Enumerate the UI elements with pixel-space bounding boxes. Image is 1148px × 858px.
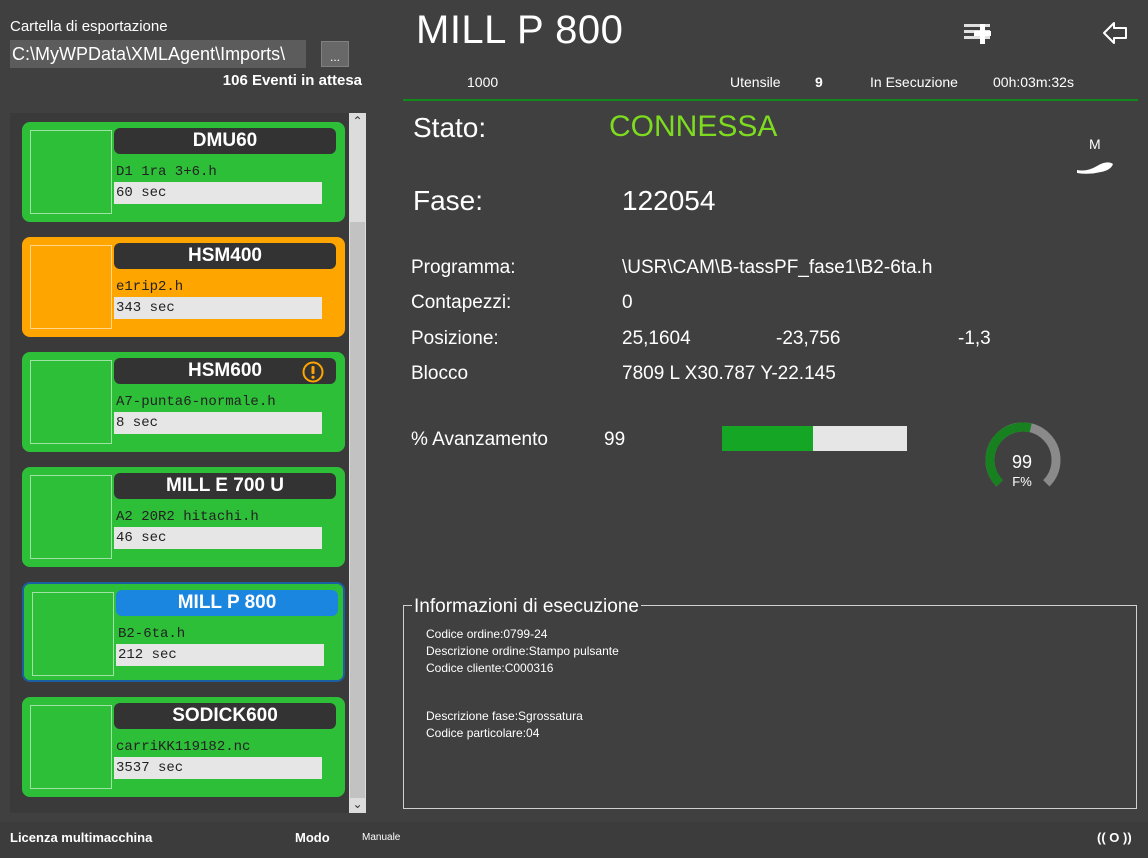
order-code: Codice ordine:0799-24 [426,627,548,641]
exclamation-circle-icon [302,361,324,383]
position-z: -1,3 [958,328,991,349]
machine-program: e1rip2.h [116,279,184,295]
machine-name: MILL E 700 U [114,473,336,499]
machine-program: carriKK119182.nc [116,739,251,755]
part-code: Codice particolare:04 [426,726,540,740]
machine-card-dmu60[interactable]: DMU60 D1 1ra 3+6.h 60 sec [22,122,345,222]
contapezzi-label: Contapezzi: [411,292,512,313]
license-label: Licenza multimacchina [10,830,153,845]
machine-time: 212 sec [116,644,324,666]
tool-value: 9 [815,74,823,90]
connection-status: CONNESSA [609,110,778,143]
machine-program: A7-punta6-normale.h [116,394,276,410]
stato-label: Stato: [413,112,487,143]
machine-card-hsm400[interactable]: HSM400 e1rip2.h 343 sec [22,237,345,337]
machine-thumbnail [30,360,112,444]
machine-time: 60 sec [114,182,322,204]
mode-label: Modo [295,830,330,845]
feed-rate-value: 99 [1011,452,1033,472]
job-code: 1000 [467,74,499,90]
position-y: -23,756 [776,328,841,349]
signal-icon: (( O )) [1097,830,1132,845]
programma-value: \USR\CAM\B-tassPF_fase1\B2-6ta.h [622,257,933,278]
scroll-down-icon[interactable]: ⌄ [349,796,366,813]
order-description: Descrizione ordine:Stampo pulsante [426,644,619,658]
machine-name: MILL P 800 [116,590,338,616]
machine-name: DMU60 [114,128,336,154]
execution-state: In Esecuzione [870,74,958,90]
phase-description: Descrizione fase:Sgrossatura [426,709,583,723]
posizione-label: Posizione: [411,328,499,349]
machine-time: 8 sec [114,412,322,434]
machine-time: 46 sec [114,527,322,549]
execution-info-title: Informazioni di esecuzione [412,596,641,618]
machine-card-mill-e-700-u[interactable]: MILL E 700 U A2 20R2 hitachi.h 46 sec [22,467,345,567]
fase-value: 122054 [622,185,716,216]
back-arrow-icon[interactable] [1100,18,1130,48]
machine-thumbnail [30,245,112,329]
machine-list-panel: Cartella di esportazione C:\MyWPData\XML… [0,0,403,822]
blocco-value: 7809 L X30.787 Y-22.145 [622,363,836,384]
export-path-field[interactable]: C:\MyWPData\XMLAgent\Imports\ [10,40,306,68]
elapsed-time: 00h:03m:32s [993,74,1074,90]
fase-label: Fase: [413,185,484,216]
machine-card-sodick600[interactable]: SODICK600 carriKK119182.nc 3537 sec [22,697,345,797]
machine-thumbnail [30,705,112,789]
machine-program: A2 20R2 hitachi.h [116,509,259,525]
scroll-up-icon[interactable]: ⌃ [349,113,366,130]
machine-thumbnail [30,130,112,214]
blocco-label: Blocco [411,363,469,384]
add-layer-icon[interactable] [960,18,996,48]
mode-letter: M [1089,136,1101,152]
avanzamento-label: % Avanzamento [411,429,548,450]
scrollbar-thumb[interactable] [350,222,365,798]
export-folder-label: Cartella di esportazione [10,18,168,35]
programma-label: Programma: [411,257,516,278]
contapezzi-value: 0 [622,292,633,313]
machine-title: MILL P 800 [416,8,624,52]
machine-time: 3537 sec [114,757,322,779]
avanzamento-value: 99 [604,429,626,450]
machine-thumbnail [30,475,112,559]
machine-card-hsm600[interactable]: HSM600 A7-punta6-normale.h 8 sec [22,352,345,452]
customer-code: Codice cliente:C000316 [426,661,554,675]
status-bar [0,822,1148,858]
tool-label: Utensile [730,74,781,90]
machine-program: D1 1ra 3+6.h [116,164,217,180]
machine-name: HSM400 [114,243,336,269]
progress-bar [722,426,907,451]
feed-rate-unit: F% [1012,474,1032,489]
machine-program: B2-6ta.h [118,626,186,642]
browse-button[interactable]: ... [321,41,349,67]
machine-name: SODICK600 [114,703,336,729]
machine-time: 343 sec [114,297,322,319]
mode-value: Manuale [362,832,401,843]
machine-card-mill-p-800[interactable]: MILL P 800 B2-6ta.h 212 sec [22,582,345,682]
pending-events-count: 106 Eventi in attesa [222,72,362,89]
machine-thumbnail [32,592,114,676]
machine-list: DMU60 D1 1ra 3+6.h 60 sec HSM400 e1rip2.… [10,113,366,813]
position-x: 25,1604 [622,328,691,349]
progress-bar-fill [722,426,813,451]
header-divider [403,99,1138,101]
spindle-icon [1077,162,1113,174]
